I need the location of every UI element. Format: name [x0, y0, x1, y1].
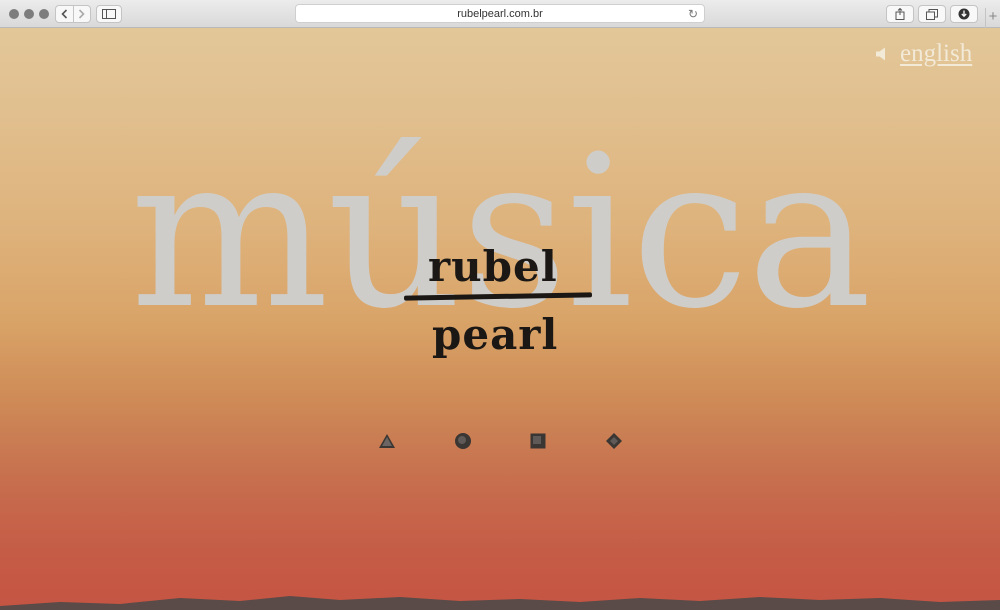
logo-divider	[403, 292, 593, 301]
triangle-icon[interactable]	[378, 432, 396, 450]
minimize-window-button[interactable]	[24, 9, 34, 19]
english-link[interactable]: english	[900, 40, 972, 68]
download-icon	[958, 8, 970, 20]
page-content: english música rubel pearl	[0, 28, 1000, 610]
mountain-silhouette	[0, 596, 1000, 610]
address-bar[interactable]: rubelpearl.com.br ↻	[295, 4, 705, 23]
shape-navigation	[0, 432, 1000, 452]
url-text: rubelpearl.com.br	[457, 7, 543, 20]
logo-text-pearl: pearl	[432, 310, 559, 359]
reload-icon[interactable]: ↻	[688, 7, 698, 21]
sidebar-toggle-button[interactable]	[96, 5, 122, 23]
downloads-button[interactable]	[950, 5, 978, 23]
logo-text-rubel: rubel	[428, 242, 558, 291]
browser-toolbar: rubelpearl.com.br ↻ +	[0, 0, 1000, 28]
back-button[interactable]	[56, 6, 73, 22]
rubel-pearl-logo[interactable]: rubel pearl	[403, 232, 598, 359]
chevron-left-icon	[61, 9, 67, 19]
chevron-right-icon	[79, 9, 85, 19]
nav-buttons	[55, 5, 91, 23]
tabs-icon	[926, 8, 938, 20]
square-icon[interactable]	[529, 432, 547, 450]
show-tabs-button[interactable]	[918, 5, 946, 23]
share-button[interactable]	[886, 5, 914, 23]
language-switch: english	[876, 40, 972, 68]
new-tab-button[interactable]: +	[985, 8, 1000, 28]
speaker-icon[interactable]	[876, 47, 888, 61]
circle-icon[interactable]	[454, 432, 472, 450]
sidebar-icon	[102, 9, 116, 19]
zoom-window-button[interactable]	[39, 9, 49, 19]
close-window-button[interactable]	[9, 9, 19, 19]
diamond-icon[interactable]	[605, 432, 623, 450]
forward-button[interactable]	[72, 6, 91, 22]
share-icon	[895, 8, 905, 20]
